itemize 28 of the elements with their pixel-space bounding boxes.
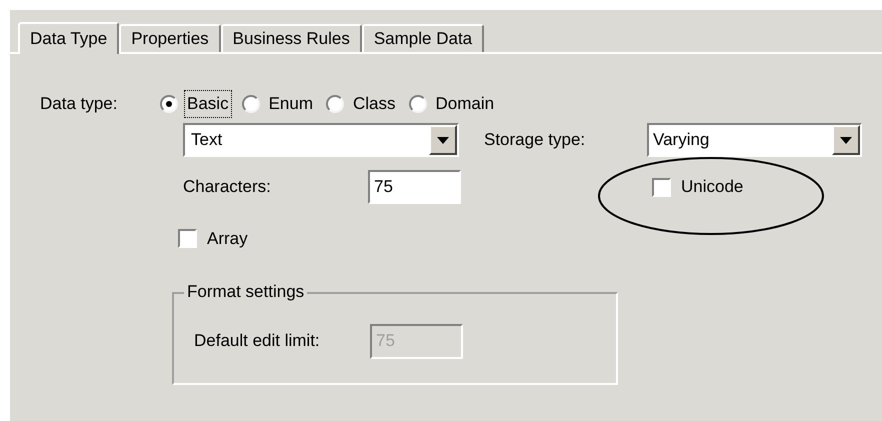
dropdown-arrow-button[interactable] [832, 125, 860, 155]
data-type-label: Data type: [40, 93, 118, 116]
radio-button[interactable] [408, 95, 427, 113]
tab[interactable]: Sample Data [362, 24, 484, 52]
radio-label: Domain [434, 93, 496, 116]
radio-label: Class [352, 93, 397, 116]
radio-label: Enum [268, 93, 314, 116]
tab[interactable]: Business Rules [220, 24, 362, 52]
characters-field[interactable]: 75 [368, 170, 461, 204]
default-edit-limit-label: Default edit limit: [194, 330, 321, 352]
checkbox[interactable] [178, 229, 197, 248]
caret-down-icon [437, 136, 449, 144]
radio-label: Basic [184, 90, 232, 118]
caret-down-icon [840, 136, 852, 144]
radio-button[interactable] [242, 95, 260, 113]
radio-button[interactable] [326, 95, 344, 113]
checkbox[interactable] [652, 178, 671, 196]
group-title: Format settings [184, 282, 308, 302]
storage-type-dropdown[interactable]: Varying [647, 123, 862, 157]
type-dropdown[interactable]: Text [183, 123, 459, 157]
characters-label: Characters: [183, 176, 272, 198]
checkbox-label: Unicode [681, 176, 744, 198]
storage-type-label: Storage type: [484, 129, 586, 152]
checkbox-label: Array [207, 228, 248, 250]
tab[interactable]: Data Type [18, 22, 120, 54]
radio-button[interactable] [160, 95, 178, 113]
tab[interactable]: Properties [119, 24, 221, 52]
dropdown-arrow-button[interactable] [429, 125, 457, 155]
